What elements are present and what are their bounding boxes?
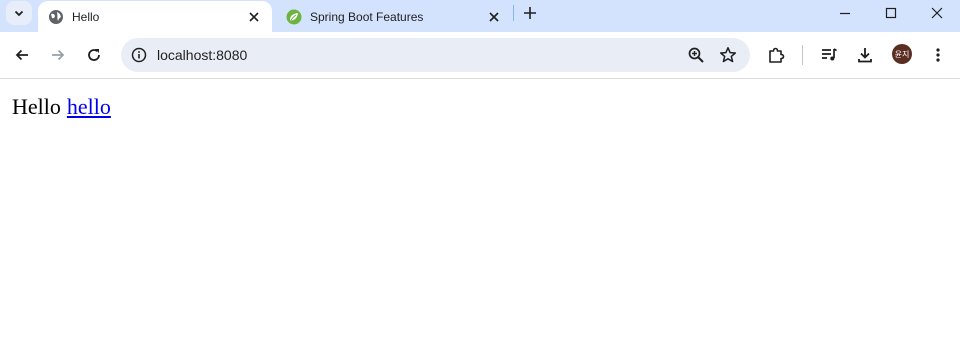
close-tab-icon[interactable] [484, 7, 504, 27]
close-icon [931, 7, 943, 19]
page-text: Hello [12, 94, 61, 119]
downloads-button[interactable] [849, 39, 881, 71]
tab-hello[interactable]: Hello [38, 1, 272, 32]
hello-link[interactable]: hello [67, 94, 111, 119]
arrow-right-icon [52, 49, 65, 61]
plus-icon [524, 7, 536, 19]
tab-title: Spring Boot Features [310, 9, 424, 24]
bookmark-star-icon[interactable] [713, 40, 743, 70]
browser-menu-button[interactable] [922, 39, 954, 71]
globe-icon [48, 9, 64, 25]
reload-icon [88, 49, 100, 61]
arrow-left-icon [15, 49, 28, 61]
tab-strip: Hello Spring Boot Features [0, 0, 960, 32]
more-vertical-icon [936, 48, 940, 62]
profile-avatar[interactable]: 윤지 [892, 44, 912, 64]
spring-leaf-icon [286, 9, 302, 25]
close-window-button[interactable] [914, 0, 960, 26]
maximize-button[interactable] [868, 0, 914, 26]
tab-separator [513, 5, 514, 21]
media-controls-button[interactable] [813, 39, 845, 71]
tab-title: Hello [72, 9, 100, 24]
address-bar[interactable]: localhost:8080 [121, 38, 750, 72]
site-info-icon[interactable] [127, 43, 151, 67]
browser-toolbar: localhost:8080 윤지 [0, 32, 960, 79]
maximize-icon [885, 7, 897, 19]
extensions-button[interactable] [760, 39, 792, 71]
reload-button[interactable] [78, 39, 110, 71]
close-tab-icon[interactable] [244, 7, 264, 27]
tab-spring-boot-features[interactable]: Spring Boot Features [276, 1, 512, 32]
toolbar-divider [802, 45, 803, 65]
new-tab-button[interactable] [519, 2, 541, 24]
puzzle-icon [769, 47, 785, 63]
forward-button[interactable] [42, 39, 74, 71]
download-icon [858, 48, 872, 63]
zoom-icon[interactable] [681, 40, 711, 70]
minimize-button[interactable] [822, 0, 868, 26]
url-text[interactable]: localhost:8080 [157, 38, 247, 72]
back-button[interactable] [6, 39, 38, 71]
queue-music-icon [822, 48, 837, 61]
page-content: Hello hello [12, 94, 111, 120]
minimize-icon [840, 12, 850, 15]
tab-search-button[interactable] [6, 1, 32, 25]
chevron-down-icon [14, 10, 24, 17]
